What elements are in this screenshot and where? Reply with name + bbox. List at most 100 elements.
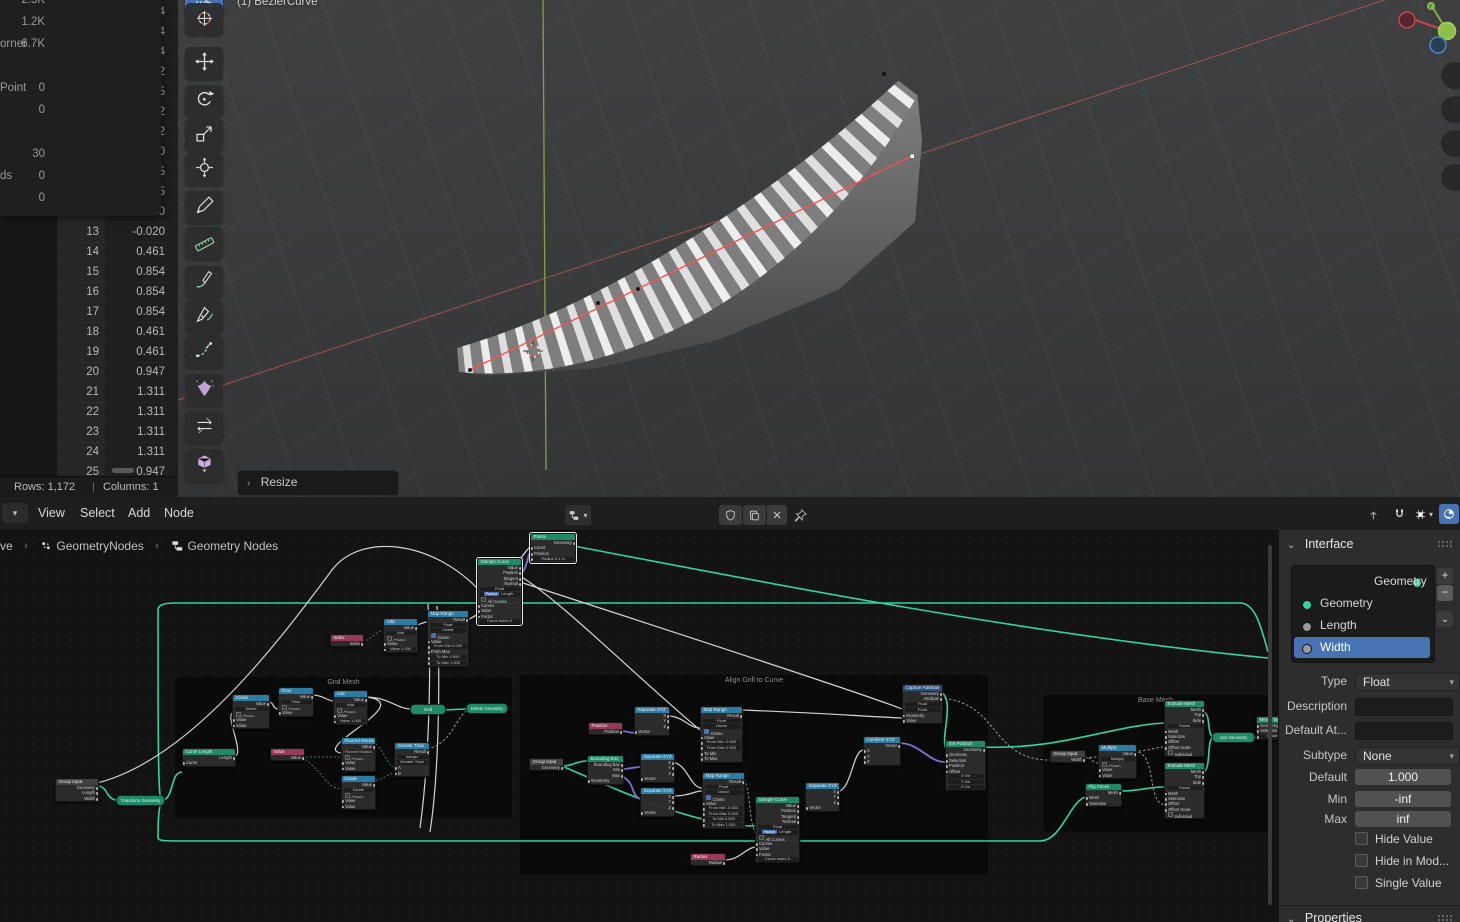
field-value[interactable]: -inf (1355, 791, 1451, 807)
axis-gizmo[interactable]: Y (1390, 0, 1460, 60)
node-bounding-box[interactable]: Bounding Box Bounding Box Min Max Geometry (587, 755, 624, 785)
checkbox-hide-value[interactable]: Hide Value (1355, 832, 1433, 848)
node-socket-row[interactable]: Value (1099, 773, 1136, 778)
unlink-button[interactable] (767, 505, 787, 525)
interface-socket-width[interactable]: Width (1294, 637, 1430, 658)
field-dropdown[interactable]: Float ▾ (1355, 673, 1460, 691)
interface-socket-geometry[interactable]: Geometry (1294, 593, 1430, 614)
node-index[interactable]: Index Index (330, 634, 364, 648)
node-socket-row[interactable]: Value 1.000 (384, 647, 417, 652)
node-floor[interactable]: Floor Value Floor Clamp Value (278, 687, 314, 717)
table-row[interactable]: 20 0.947 (0, 362, 178, 382)
3d-viewport[interactable]: (1) BezierCurve › Resize Y (178, 0, 1460, 497)
node-socket-row[interactable]: Z (864, 759, 900, 765)
node-socket-row[interactable]: Value (271, 755, 304, 761)
node-separate-xyz[interactable]: Separate XYZ X Y Z Vector (640, 787, 675, 817)
node-socket-row[interactable]: Curve Index 0 (478, 619, 521, 624)
checkbox-icon[interactable] (1355, 876, 1368, 889)
tool-annotate-button[interactable] (185, 191, 223, 224)
interface-socket-list[interactable]: Geometry Geometry Length Width (1291, 565, 1435, 663)
tool-shear-button[interactable] (185, 411, 223, 444)
node-socket-row[interactable]: Vector (641, 810, 674, 816)
breadcrumb-modifier[interactable]: GeometryNodes (56, 539, 143, 553)
checkbox-single-value[interactable]: Single Value (1355, 876, 1442, 892)
node-socket-row[interactable]: To Max 1.000 (428, 660, 468, 666)
table-row[interactable]: 19 0.461 (0, 342, 178, 362)
tool-draw-button[interactable] (185, 266, 223, 299)
node-socket-row[interactable]: Geometry (530, 765, 563, 771)
field-dropdown[interactable]: None ▾ (1355, 747, 1460, 765)
node-socket-row[interactable]: B (395, 771, 429, 776)
node-multiply[interactable]: Multiply Value Multiply Clamp Value Value (1098, 744, 1137, 779)
menu-view[interactable]: View (32, 497, 71, 530)
interface-socket-geometry[interactable]: Geometry (1294, 571, 1430, 592)
properties-panel-header[interactable]: ⌄ Properties (1279, 905, 1460, 922)
node-set-position[interactable]: Set Position Geometry Geometry Selection Pos… (945, 740, 986, 792)
node-separate-xyz[interactable]: Separate XYZ X Y Z Vector (634, 706, 670, 736)
field-value[interactable]: inf (1355, 811, 1451, 827)
node-socket-row[interactable]: Vector (641, 776, 674, 782)
breadcrumb-object[interactable]: ve (0, 539, 13, 553)
node-socket-row[interactable]: Vector (806, 805, 839, 811)
node-socket-row[interactable]: To Max 1.000 (703, 822, 744, 828)
tool-pen-button[interactable] (185, 301, 223, 334)
table-row[interactable]: 13 -0.020 (0, 222, 178, 242)
node-socket-row[interactable]: Value 1.000 (334, 719, 367, 724)
parent-tree-button[interactable] (1362, 504, 1384, 524)
snap-mode-dropdown[interactable]: ▾ (1408, 504, 1438, 524)
table-row[interactable]: 18 0.461 (0, 322, 178, 342)
node-socket-row[interactable]: Individual (1165, 750, 1204, 756)
node-divide[interactable]: Divide Value Divide Clamp Value Value (341, 775, 376, 810)
menu-node[interactable]: Node (158, 497, 200, 530)
table-row[interactable]: 24 1.311 (0, 442, 178, 462)
node-sample-curve[interactable]: Sample Curve Value Position Tangent Normal Fl… (476, 556, 523, 627)
node-divide[interactable]: Divide Value Divide Clamp Value Value (232, 694, 270, 729)
node-group-input[interactable]: Group Input Geometry (529, 758, 564, 772)
editor-type-button[interactable]: ▾ (2, 503, 28, 523)
table-row[interactable]: 15 0.854 (0, 262, 178, 282)
add-socket-button[interactable]: + (1437, 568, 1453, 584)
node-floored-modulo[interactable]: Floored Modulo Value Floored Modulo Clamp Va… (341, 737, 376, 772)
overlays-toggle-button[interactable] (1439, 504, 1459, 524)
node-socket-row[interactable]: Value (342, 766, 375, 771)
node-map-range[interactable]: Map Range Result Float Linear Clamp Value From… (702, 772, 745, 829)
node-add[interactable]: Add Value Add Clamp Value Value 1.000 (383, 618, 418, 653)
tool-move-button[interactable] (185, 47, 223, 80)
node-frame[interactable]: Base Mesh (1043, 695, 1268, 832)
tool-curve-tilt-button[interactable] (185, 336, 223, 369)
spreadsheet-scrollbar[interactable] (112, 468, 134, 473)
node-group-input[interactable]: Group Input Width (1050, 750, 1086, 764)
checkbox-icon[interactable] (1355, 832, 1368, 845)
axis-z-ball[interactable] (1429, 36, 1447, 54)
table-row[interactable]: 22 1.311 (0, 402, 178, 422)
node-separate-xyz[interactable]: Separate XYZ X Y Z Vector (640, 753, 675, 783)
field-input[interactable] (1355, 698, 1453, 716)
node-separate-xyz[interactable]: Separate XYZ X Y Z Vector (805, 782, 840, 812)
remove-socket-button[interactable]: − (1437, 585, 1453, 601)
node-socket-row[interactable]: Width (56, 796, 98, 802)
node-map-range[interactable]: Map Range Result Float Linear Clamp Value From… (700, 706, 743, 763)
table-row[interactable]: 23 1.311 (0, 422, 178, 442)
node-add[interactable]: Add Value Add Clamp Value Value 1.000 (333, 690, 368, 725)
node-socket-row[interactable]: Value (233, 723, 269, 728)
node-capture-attribute[interactable]: Capture Attribute Geometry Attribute Float P… (902, 684, 943, 725)
node-socket-row[interactable]: Selection (1086, 801, 1121, 807)
field-value[interactable]: 1.000 (1355, 769, 1451, 785)
socket-list-dropdown-button[interactable]: ⌄ (1437, 611, 1453, 627)
node-value[interactable]: Value Value (270, 748, 305, 762)
tool-scale-button[interactable] (185, 119, 223, 152)
node-socket-row[interactable]: To Max (701, 756, 742, 762)
node-socket-row[interactable]: Radius 0.1 m (531, 556, 575, 562)
tool-extrude-button[interactable] (185, 449, 223, 482)
tool-measure-button[interactable] (185, 227, 223, 260)
node-points[interactable]: Points Geometry Count Position Radius 0.1 m (529, 532, 577, 564)
resize-operator-panel[interactable]: › Resize (237, 470, 399, 496)
tool-transform-button[interactable] (185, 153, 223, 186)
node-delete-geometry[interactable]: Delete Geometry (466, 703, 508, 714)
node-editor-scrollbar[interactable] (1268, 545, 1272, 905)
checkbox-hide-in-mod-[interactable]: Hide in Mod... (1355, 854, 1449, 870)
node-socket-row[interactable]: Width (1051, 757, 1085, 763)
table-row[interactable]: 16 0.854 (0, 282, 178, 302)
new-copy-button[interactable] (743, 505, 766, 525)
node-socket-row[interactable]: Vector (635, 729, 669, 735)
